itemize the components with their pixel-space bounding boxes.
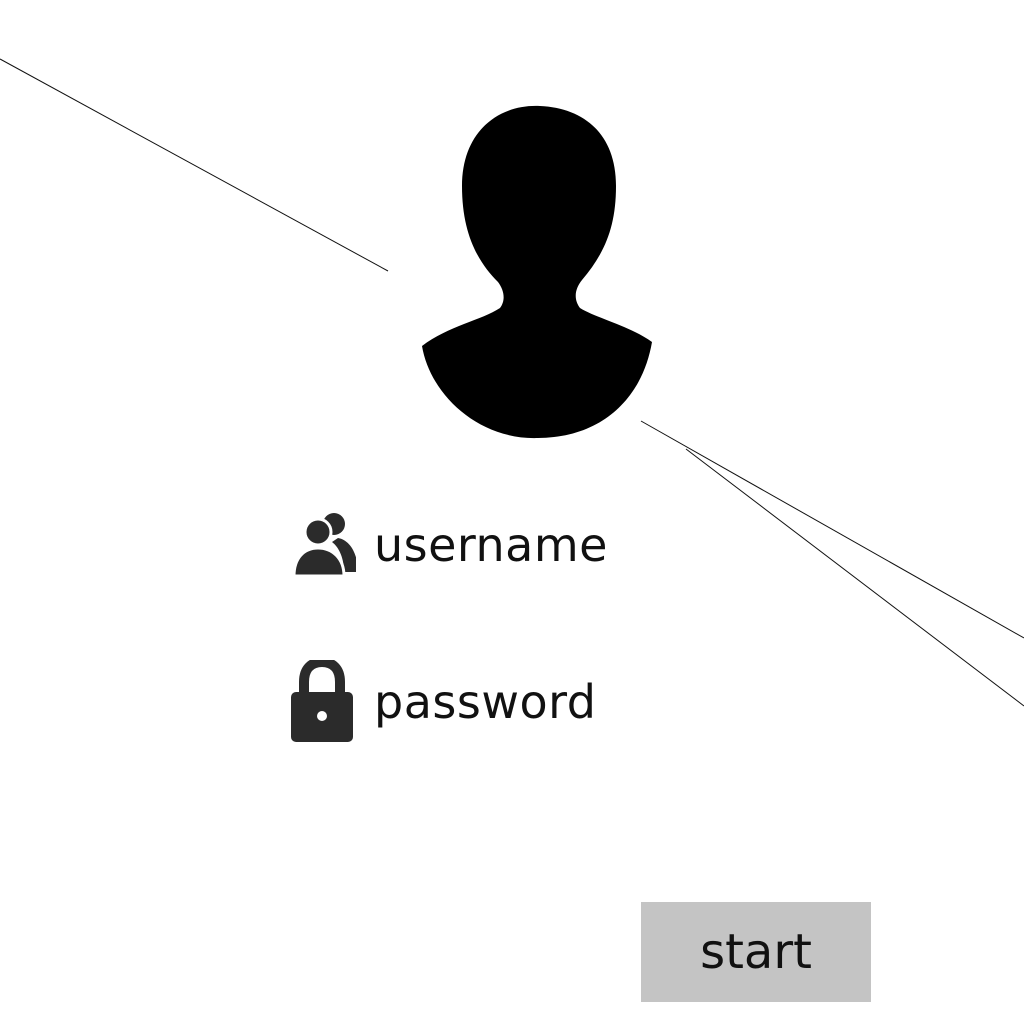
avatar	[420, 104, 656, 442]
user-silhouette-icon	[422, 105, 652, 439]
user-group-icon	[288, 510, 356, 580]
username-field[interactable]: username	[288, 505, 608, 585]
lock-icon	[288, 660, 356, 742]
password-field[interactable]: password	[288, 660, 597, 742]
start-button[interactable]: start	[641, 902, 871, 1002]
username-label: username	[374, 518, 608, 572]
login-screen: username password start	[0, 0, 1024, 1024]
password-label: password	[374, 675, 597, 729]
